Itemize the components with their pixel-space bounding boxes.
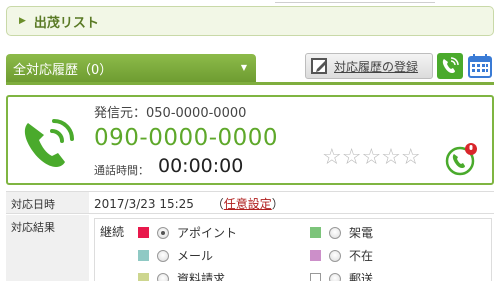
free-setting: （任意設定） xyxy=(212,197,284,211)
detail-table: 対応日時 2017/3/23 15:25 （任意設定） 対応結果 継続 アポイン… xyxy=(6,191,494,281)
option-appointment[interactable]: アポイント xyxy=(138,224,237,241)
option-mailing[interactable]: 郵送 xyxy=(310,270,373,281)
phone-icon xyxy=(442,57,459,73)
call-time: 00:00:00 xyxy=(158,155,244,177)
date-row: 対応日時 2017/3/23 15:25 （任意設定） xyxy=(6,192,494,214)
option-label: 資料請求 xyxy=(177,272,226,281)
edit-icon xyxy=(311,58,327,74)
option-label: 不在 xyxy=(349,249,374,263)
radio-button[interactable] xyxy=(157,226,169,239)
free-setting-open: （ xyxy=(211,197,224,211)
history-underline xyxy=(6,82,494,85)
date-value-cell: 2017/3/23 15:25 （任意設定） xyxy=(94,195,284,212)
option-label: 郵送 xyxy=(349,272,374,281)
continue-label: 継続 xyxy=(100,225,125,239)
option-absent[interactable]: 不在 xyxy=(310,247,373,264)
recording-phone-icon[interactable] xyxy=(444,141,480,177)
color-swatch xyxy=(138,250,149,261)
result-row: 対応結果 継続 アポイント 架電 メール 不在 資料請求 郵送 xyxy=(6,215,494,281)
color-swatch xyxy=(310,273,321,281)
color-swatch xyxy=(138,227,149,238)
rating-stars[interactable]: ☆☆☆☆☆ xyxy=(322,145,421,170)
date-header: 対応日時 xyxy=(6,192,89,213)
calendar-button[interactable] xyxy=(467,53,493,79)
call-button[interactable] xyxy=(437,53,463,79)
caller-value: 050-0000-0000 xyxy=(146,106,247,121)
option-label: 架電 xyxy=(349,226,374,240)
free-setting-link[interactable]: 任意設定 xyxy=(224,197,272,211)
free-setting-close: ） xyxy=(271,197,284,211)
option-call[interactable]: 架電 xyxy=(310,224,373,241)
result-options: 継続 アポイント 架電 メール 不在 資料請求 郵送 xyxy=(94,218,492,281)
radio-button[interactable] xyxy=(157,272,169,281)
date-value: 2017/3/23 15:25 xyxy=(94,197,194,211)
top-divider xyxy=(275,0,435,3)
list-toggle-bar[interactable]: ▶ 出茂リスト xyxy=(6,6,494,36)
caller-label: 発信元： xyxy=(94,106,147,121)
call-info-panel: 発信元：050-0000-0000 090-0000-0000 通話時間： 00… xyxy=(6,95,494,185)
history-filter-select[interactable]: 全対応履歴（0） ▼ xyxy=(6,54,256,82)
triangle-right-icon: ▶ xyxy=(19,16,26,26)
calendar-icon xyxy=(468,54,492,78)
incoming-call-icon xyxy=(24,119,74,167)
result-header: 対応結果 xyxy=(6,215,89,281)
option-mail[interactable]: メール xyxy=(138,247,213,264)
color-swatch xyxy=(310,250,321,261)
color-swatch xyxy=(310,227,321,238)
call-time-label: 通話時間： xyxy=(94,164,149,177)
radio-button[interactable] xyxy=(329,272,341,281)
radio-button[interactable] xyxy=(157,249,169,262)
history-select-label: 全対応履歴（0） xyxy=(13,62,113,78)
phone-number: 090-0000-0000 xyxy=(94,125,279,151)
list-bar-label: 出茂リスト xyxy=(33,15,99,31)
option-label: アポイント xyxy=(177,226,238,240)
color-swatch xyxy=(138,273,149,281)
caller-id: 発信元：050-0000-0000 xyxy=(94,102,246,121)
option-label: メール xyxy=(177,249,214,263)
register-history-button[interactable]: 対応履歴の登録 xyxy=(305,53,433,79)
caret-down-icon: ▼ xyxy=(240,63,247,72)
radio-button[interactable] xyxy=(329,249,341,262)
option-document-request[interactable]: 資料請求 xyxy=(138,270,225,281)
register-history-label: 対応履歴の登録 xyxy=(334,59,419,74)
radio-button[interactable] xyxy=(329,226,341,239)
